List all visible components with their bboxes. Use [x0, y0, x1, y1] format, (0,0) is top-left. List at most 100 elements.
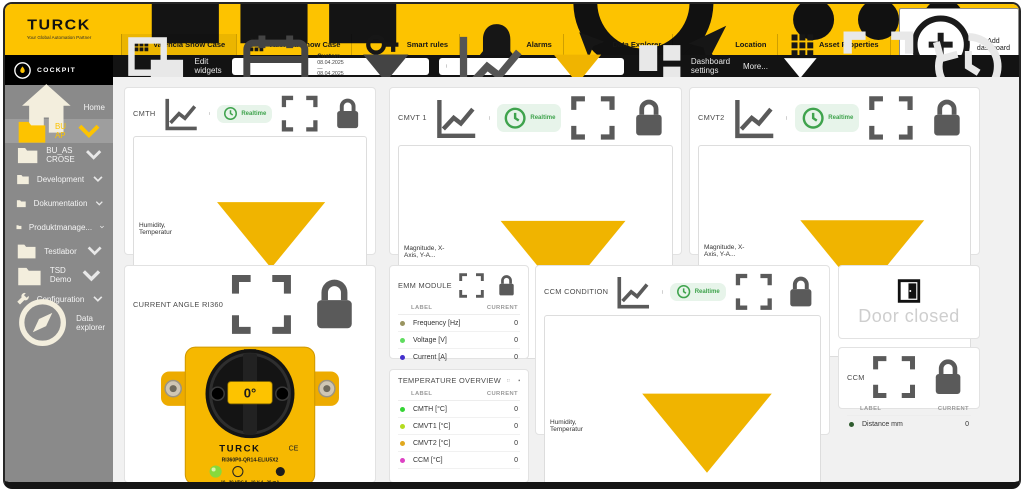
device-specs: 10...30 VDC 0...10 V 4...20 mA — [221, 480, 280, 485]
sidebar-item-icon — [16, 262, 43, 289]
table-row: Distance mm 0 — [847, 416, 971, 433]
expand-icon[interactable] — [458, 272, 485, 299]
series-color-dot — [400, 424, 405, 429]
sidebar-item[interactable]: Data explorer — [5, 311, 113, 335]
table-row: CMTH [°C] 0 — [398, 401, 520, 418]
table-row: Current [A] 0 — [398, 349, 520, 366]
realtime-badge[interactable]: Realtime — [795, 104, 859, 131]
sidebar-item-icon — [16, 115, 48, 147]
table-row: CCM [°C] 0 — [398, 452, 520, 469]
row-label: Distance mm — [862, 421, 903, 428]
expand-icon[interactable] — [507, 379, 509, 381]
chart-type-select[interactable] — [439, 58, 624, 75]
clock-icon — [676, 284, 691, 299]
widget-title: CCM CONDITION — [544, 287, 608, 296]
widget-title: TEMPERATURE OVERVIEW — [398, 376, 501, 385]
row-value: 0 — [514, 320, 518, 327]
chevron-down-icon — [78, 262, 105, 289]
column-header: CURRENT — [487, 391, 518, 397]
realtime-badge[interactable]: Realtime — [217, 105, 272, 123]
current-angle-widget: CURRENT ANGLE RI360 — [124, 265, 376, 483]
widget-title: CMVT2 — [698, 113, 725, 122]
chevron-down-icon — [84, 240, 105, 261]
realtime-badge[interactable]: Realtime — [497, 104, 561, 131]
sidebar-item-icon — [16, 224, 22, 230]
row-label: CMTH [°C] — [413, 406, 447, 413]
column-header: CURRENT — [487, 305, 518, 311]
sidebar-item[interactable]: TSD Demo — [5, 263, 113, 287]
sidebar-item-icon — [16, 172, 30, 186]
row-label: Current [A] — [413, 354, 447, 361]
lock-icon[interactable] — [518, 379, 520, 381]
lock-icon[interactable] — [493, 272, 520, 299]
emm-module-widget: EMM MODULE LABELCURRENT Frequency [Hz] — [389, 265, 529, 359]
chart-line-icon[interactable] — [433, 94, 481, 142]
sidebar-nav: Home BU AP BU_AS CROSE — [5, 85, 113, 335]
row-value: 0 — [965, 421, 969, 428]
sidebar: COCKPIT Home BU AP — [5, 55, 113, 482]
brand-name: TURCK — [27, 19, 91, 34]
brand-tagline: Your Global Automation Partner — [27, 36, 91, 41]
series-select[interactable]: Humidity, Temperatur — [544, 315, 821, 489]
door-icon — [896, 278, 922, 304]
series-color-dot — [400, 441, 405, 446]
chart-line-icon[interactable] — [731, 94, 779, 142]
door-status-text: Door closed — [858, 306, 960, 327]
lock-icon[interactable] — [328, 94, 367, 133]
ri360-device-image: 0° TURCK CE RI360P0-QR14-ELIU5X2 10...30… — [133, 337, 367, 489]
chart-line-icon[interactable] — [162, 94, 201, 133]
sidebar-item-icon — [16, 296, 69, 349]
row-value: 0 — [514, 337, 518, 344]
device-brand: TURCK — [219, 443, 260, 454]
expand-icon[interactable] — [280, 94, 319, 133]
turck-logo[interactable]: TURCK Your Global Automation Partner — [5, 4, 113, 55]
app-window: TURCK Your Global Automation Partner PLC… — [3, 2, 1021, 489]
expand-icon[interactable] — [871, 354, 917, 400]
sidebar-item[interactable]: Dokumentation — [5, 191, 113, 215]
chevron-down-icon — [91, 292, 105, 306]
clock-icon — [503, 106, 527, 130]
ce-mark: CE — [289, 445, 299, 452]
sidebar-item[interactable]: Testlabor — [5, 239, 113, 263]
row-value: 0 — [514, 457, 518, 464]
table-row: Voltage [V] 0 — [398, 332, 520, 349]
sidebar-item[interactable]: BU_AS CROSE — [5, 143, 113, 167]
chevron-down-icon — [91, 172, 105, 186]
expand-icon[interactable] — [867, 94, 915, 142]
lock-icon[interactable] — [625, 94, 673, 142]
ccm-widget: CCM LABELCURRENT Distance mm — [838, 347, 980, 409]
column-header: LABEL — [411, 391, 432, 397]
cmth-widget: CMTH Realtime Humidity, Temperatur — [124, 87, 376, 255]
sidebar-item-icon — [16, 240, 37, 261]
row-label: CCM [°C] — [413, 457, 443, 464]
chevron-down-icon — [73, 115, 105, 147]
widget-title: CMVT 1 — [398, 113, 427, 122]
widget-title: CURRENT ANGLE RI360 — [133, 300, 223, 309]
expand-icon[interactable] — [569, 94, 617, 142]
sidebar-item[interactable]: BU AP — [5, 119, 113, 143]
row-label: CMVT2 [°C] — [413, 440, 450, 447]
series-color-dot — [849, 422, 854, 427]
date-range-select[interactable]: Custom 08.04.2025 — 08.04.2025 — [232, 58, 430, 75]
expand-icon[interactable] — [229, 272, 294, 337]
caret-down-icon — [599, 318, 815, 489]
widget-title: CCM — [847, 373, 865, 382]
realtime-badge[interactable]: Realtime — [670, 283, 725, 301]
chevron-down-icon — [94, 198, 105, 209]
sidebar-item[interactable]: Produktmanage... — [5, 215, 113, 239]
temperature-overview-widget: TEMPERATURE OVERVIEW LABELCURRENT CMTH [ — [389, 369, 529, 483]
lock-icon[interactable] — [923, 94, 971, 142]
lock-icon[interactable] — [925, 354, 971, 400]
row-value: 0 — [514, 440, 518, 447]
series-color-dot — [400, 407, 405, 412]
sidebar-item[interactable]: Development — [5, 167, 113, 191]
angle-value: 0° — [244, 386, 257, 401]
lock-icon[interactable] — [781, 272, 821, 312]
series-color-dot — [400, 355, 405, 360]
expand-icon[interactable] — [734, 272, 774, 312]
column-header: CURRENT — [938, 406, 969, 412]
lock-icon[interactable] — [302, 272, 367, 337]
row-value: 0 — [514, 423, 518, 430]
table-row: Frequency [Hz] 0 — [398, 315, 520, 332]
chart-line-icon[interactable] — [614, 272, 654, 312]
